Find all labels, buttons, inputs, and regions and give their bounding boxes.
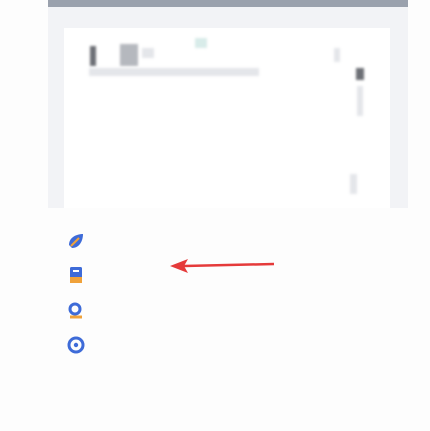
bookmark-icon <box>66 265 86 285</box>
blur-block <box>142 48 154 58</box>
blur-block <box>90 46 96 66</box>
blur-block <box>334 48 340 62</box>
left-menu <box>0 208 130 431</box>
preview-card <box>64 28 390 208</box>
side-panel <box>356 60 364 200</box>
annotation-arrow <box>170 256 278 280</box>
menu-item-4[interactable] <box>66 328 136 362</box>
top-bar <box>48 0 408 7</box>
search-icon <box>66 301 86 321</box>
blur-block <box>357 86 363 116</box>
blur-block <box>195 38 207 48</box>
menu-item-3[interactable] <box>66 294 136 328</box>
leaf-icon <box>66 231 86 251</box>
circle-icon <box>66 335 86 355</box>
blur-block <box>120 44 138 66</box>
menu-item-2[interactable] <box>66 258 136 292</box>
blur-block <box>89 68 259 76</box>
blur-block <box>356 68 364 80</box>
menu-item-1[interactable] <box>66 224 136 258</box>
